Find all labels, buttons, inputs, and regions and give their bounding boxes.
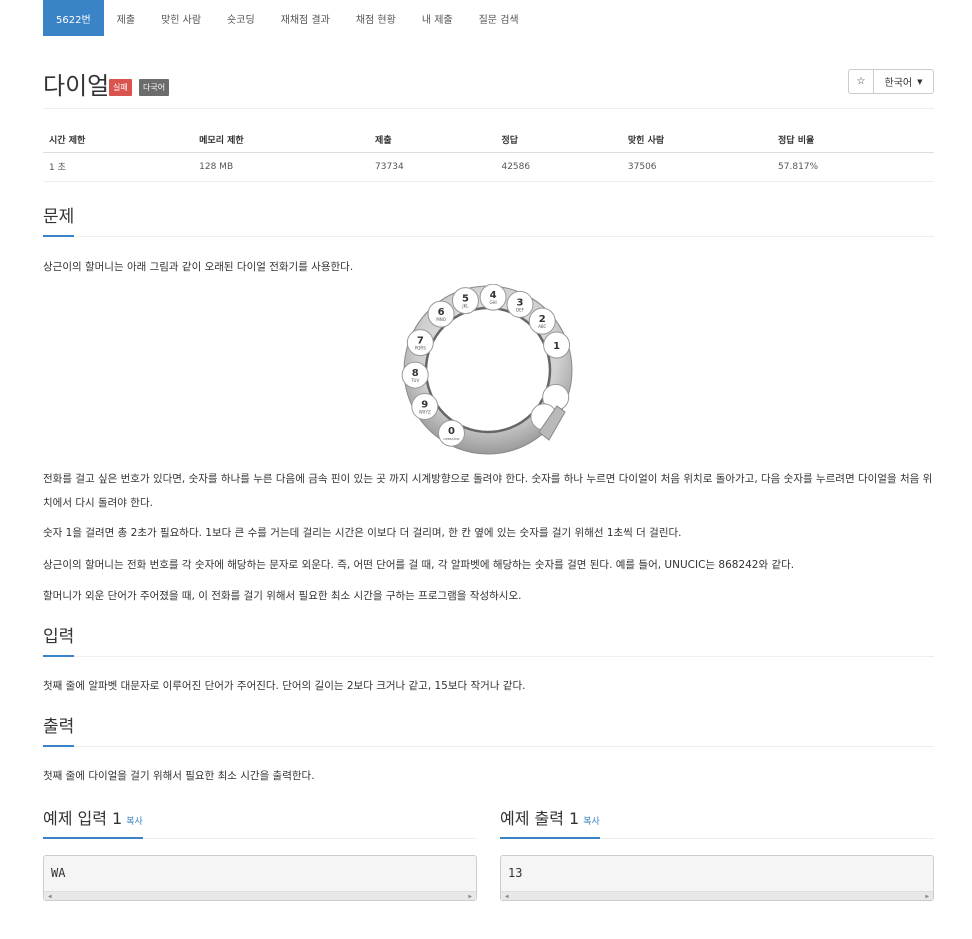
header-accept-ratio: 정답 비율	[772, 128, 934, 153]
input-section-head: 입력	[43, 622, 934, 657]
star-button[interactable]: ☆	[848, 69, 874, 94]
sample-output-panel: 예제 출력 1 복사 13 ◀ ▶	[500, 805, 934, 901]
problem-paragraph-4: 할머니가 외운 단어가 주어졌을 때, 이 전화를 걸기 위해서 필요한 최소 …	[43, 590, 522, 602]
table-row: 1 초 128 MB 73734 42586 37506 57.817%	[43, 152, 934, 182]
tab-solvers[interactable]: 맞힌 사람	[148, 0, 214, 36]
scroll-right-icon[interactable]: ▶	[468, 893, 472, 900]
tab-submit[interactable]: 제출	[104, 0, 148, 36]
page-title: 다이얼	[43, 72, 110, 100]
output-heading: 출력	[43, 712, 75, 747]
tab-status[interactable]: 채점 현황	[343, 0, 409, 36]
tab-short-coding[interactable]: 숏코딩	[214, 0, 268, 36]
header-memory-limit: 메모리 제한	[193, 128, 370, 153]
input-heading: 입력	[43, 622, 75, 657]
tab-problem-number[interactable]: 5622번	[43, 0, 104, 36]
sample-input-box[interactable]: WA ◀ ▶	[43, 855, 477, 901]
sample-input-panel: 예제 입력 1 복사 WA ◀ ▶	[43, 805, 477, 901]
language-dropdown[interactable]: 한국어 ▼	[874, 69, 934, 94]
dial-letters: DEF	[516, 307, 525, 312]
table-header-row: 시간 제한 메모리 제한 제출 정답 맞힌 사람 정답 비율	[43, 128, 934, 153]
dial-image-wrap: 1 2 ABC 3 DEF 4 GHI 5 JKL 6 MNO 7 PQRS 8 TUV 9 WXYZ 0 OPER…	[43, 284, 934, 459]
sample-input-head: 예제 입력 1 복사	[43, 805, 477, 839]
scroll-right-icon[interactable]: ▶	[925, 893, 929, 900]
header-time-limit: 시간 제한	[43, 128, 194, 153]
header-solvers: 맞힌 사람	[621, 128, 773, 153]
title-tools: ☆ 한국어 ▼	[848, 69, 934, 94]
sample-output-scrollbar[interactable]: ◀ ▶	[501, 891, 933, 900]
dial-digit: 0	[448, 426, 455, 437]
sample-input-title: 예제 입력 1	[43, 809, 123, 828]
dial-letters: OPERATOR	[443, 437, 459, 441]
output-description: 첫째 줄에 다이얼을 걸기 위해서 필요한 최소 시간을 출력한다.	[43, 770, 315, 782]
dial-letters: WXYZ	[418, 410, 430, 415]
tab-my-submissions[interactable]: 내 제출	[409, 0, 466, 36]
sample-output-box[interactable]: 13 ◀ ▶	[500, 855, 934, 901]
scroll-left-icon[interactable]: ◀	[48, 893, 52, 900]
output-section-head: 출력	[43, 712, 934, 747]
sample-output-title: 예제 출력 1	[500, 809, 580, 828]
dial-letters: ABC	[538, 324, 546, 329]
dial-digit: 1	[553, 341, 560, 352]
samples-row: 예제 입력 1 복사 WA ◀ ▶ 예제 출력 1 복사 13 ◀ ▶	[43, 805, 934, 901]
sample-output-heading: 예제 출력 1 복사	[500, 805, 600, 839]
problem-info-table: 시간 제한 메모리 제한 제출 정답 맞힌 사람 정답 비율 1 초 128 M…	[43, 128, 934, 182]
header-accepted: 정답	[495, 128, 622, 153]
value-accept-ratio: 57.817%	[772, 152, 934, 182]
tab-rejudge-results[interactable]: 재채점 결과	[268, 0, 343, 36]
problem-paragraph-3: 상근이의 할머니는 전화 번호를 각 숫자에 해당하는 문자로 외운다. 즉, …	[43, 559, 795, 571]
tab-question-search[interactable]: 질문 검색	[466, 0, 532, 36]
value-memory-limit: 128 MB	[193, 152, 370, 182]
dial-letters: JKL	[461, 304, 469, 309]
sample-input-heading: 예제 입력 1 복사	[43, 805, 143, 839]
rotary-dial-image: 12ABC3DEF4GHI5JKL6MNO7PQRS8TUV9WXYZ0OPER…	[401, 284, 572, 455]
value-accepted: 42586	[495, 152, 622, 182]
problem-section-head: 문제	[43, 202, 934, 237]
problem-page: 5622번 제출 맞힌 사람 숏코딩 재채점 결과 채점 현황 내 제출 질문 …	[0, 0, 972, 939]
sample-output-head: 예제 출력 1 복사	[500, 805, 934, 839]
problem-heading: 문제	[43, 202, 75, 237]
dial-letters: TUV	[410, 378, 419, 383]
header-submissions: 제출	[369, 128, 496, 153]
scroll-left-icon[interactable]: ◀	[505, 893, 509, 900]
value-time-limit: 1 초	[43, 152, 194, 182]
caret-down-icon: ▼	[917, 77, 923, 86]
problem-intro: 상근이의 할머니는 아래 그림과 같이 오래된 다이얼 전화기를 사용한다.	[43, 261, 354, 273]
dial-letters: GHI	[489, 300, 496, 305]
star-icon: ☆	[856, 76, 866, 87]
dial-letters: MNO	[436, 317, 446, 322]
dial-letters: PQRS	[414, 346, 425, 351]
sample-input-scrollbar[interactable]: ◀ ▶	[44, 891, 476, 900]
sample-input-value: WA	[51, 866, 66, 880]
problem-nav: 5622번 제출 맞힌 사람 숏코딩 재채점 결과 채점 현황 내 제출 질문 …	[43, 0, 934, 36]
title-row: 다이얼 실패 다국어 ☆ 한국어 ▼	[43, 36, 934, 109]
status-badge-multilang[interactable]: 다국어	[139, 79, 170, 96]
sample-output-value: 13	[508, 866, 523, 880]
problem-paragraph-2: 숫자 1을 걸려면 총 2초가 필요하다. 1보다 큰 수를 거는데 걸리는 시…	[43, 527, 682, 539]
status-badge-fail: 실패	[109, 79, 132, 96]
problem-paragraph-1: 전화를 걸고 싶은 번호가 있다면, 숫자를 하나를 누른 다음에 금속 핀이 …	[43, 473, 933, 509]
copy-output-button[interactable]: 복사	[583, 817, 600, 827]
input-description: 첫째 줄에 알파벳 대문자로 이루어진 단어가 주어진다. 단어의 길이는 2보…	[43, 680, 526, 692]
value-solvers: 37506	[621, 152, 773, 182]
copy-input-button[interactable]: 복사	[126, 817, 143, 827]
language-label: 한국어	[884, 78, 913, 89]
value-submissions: 73734	[369, 152, 496, 182]
